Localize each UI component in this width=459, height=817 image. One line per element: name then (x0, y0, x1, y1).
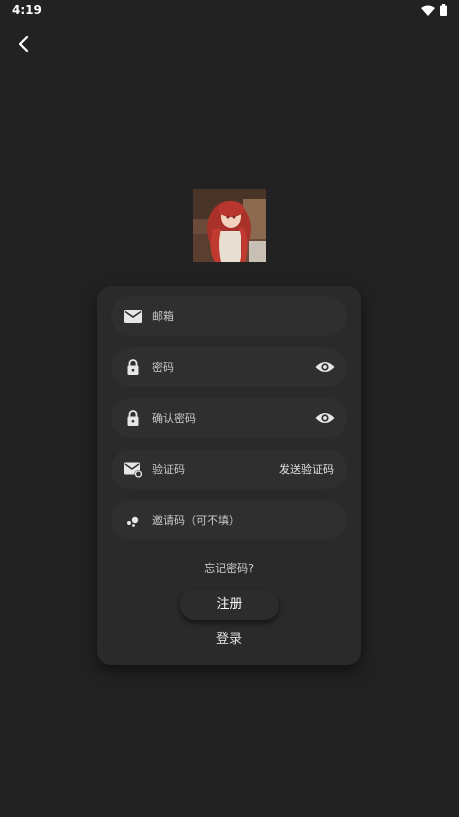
verification-code-field[interactable]: 验证码 发送验证码 (111, 449, 347, 489)
mail-icon (124, 310, 142, 323)
lock-icon (127, 359, 139, 375)
confirm-password-input[interactable]: 确认密码 (152, 410, 302, 426)
login-link[interactable]: 登录 (97, 628, 361, 647)
eye-icon[interactable] (315, 359, 335, 375)
lock-icon (127, 410, 139, 426)
bubbles-icon (127, 516, 139, 527)
email-input[interactable]: 邮箱 (152, 308, 302, 324)
mail-check-icon (124, 462, 143, 478)
email-field[interactable]: 邮箱 (111, 296, 347, 336)
status-bar: 4:19 (0, 0, 459, 22)
register-button[interactable]: 注册 (180, 590, 279, 620)
send-code-button[interactable]: 发送验证码 (279, 461, 334, 477)
anime-girl-avatar-icon (193, 189, 266, 262)
register-card: 邮箱 密码 确认密码 验证码 发送验证码 邀请码（可不填） 忘记密码? 注册 登… (97, 286, 361, 665)
invite-code-input[interactable]: 邀请码（可不填） (152, 512, 302, 528)
password-input[interactable]: 密码 (152, 359, 302, 375)
back-button[interactable] (12, 32, 36, 56)
wifi-icon (421, 5, 435, 16)
confirm-password-field[interactable]: 确认密码 (111, 398, 347, 438)
battery-icon (440, 4, 447, 16)
invite-code-field[interactable]: 邀请码（可不填） (111, 500, 347, 540)
status-time: 4:19 (12, 3, 42, 17)
eye-icon[interactable] (315, 410, 335, 426)
password-field[interactable]: 密码 (111, 347, 347, 387)
forgot-password-link[interactable]: 忘记密码? (97, 560, 361, 576)
avatar (193, 189, 266, 262)
